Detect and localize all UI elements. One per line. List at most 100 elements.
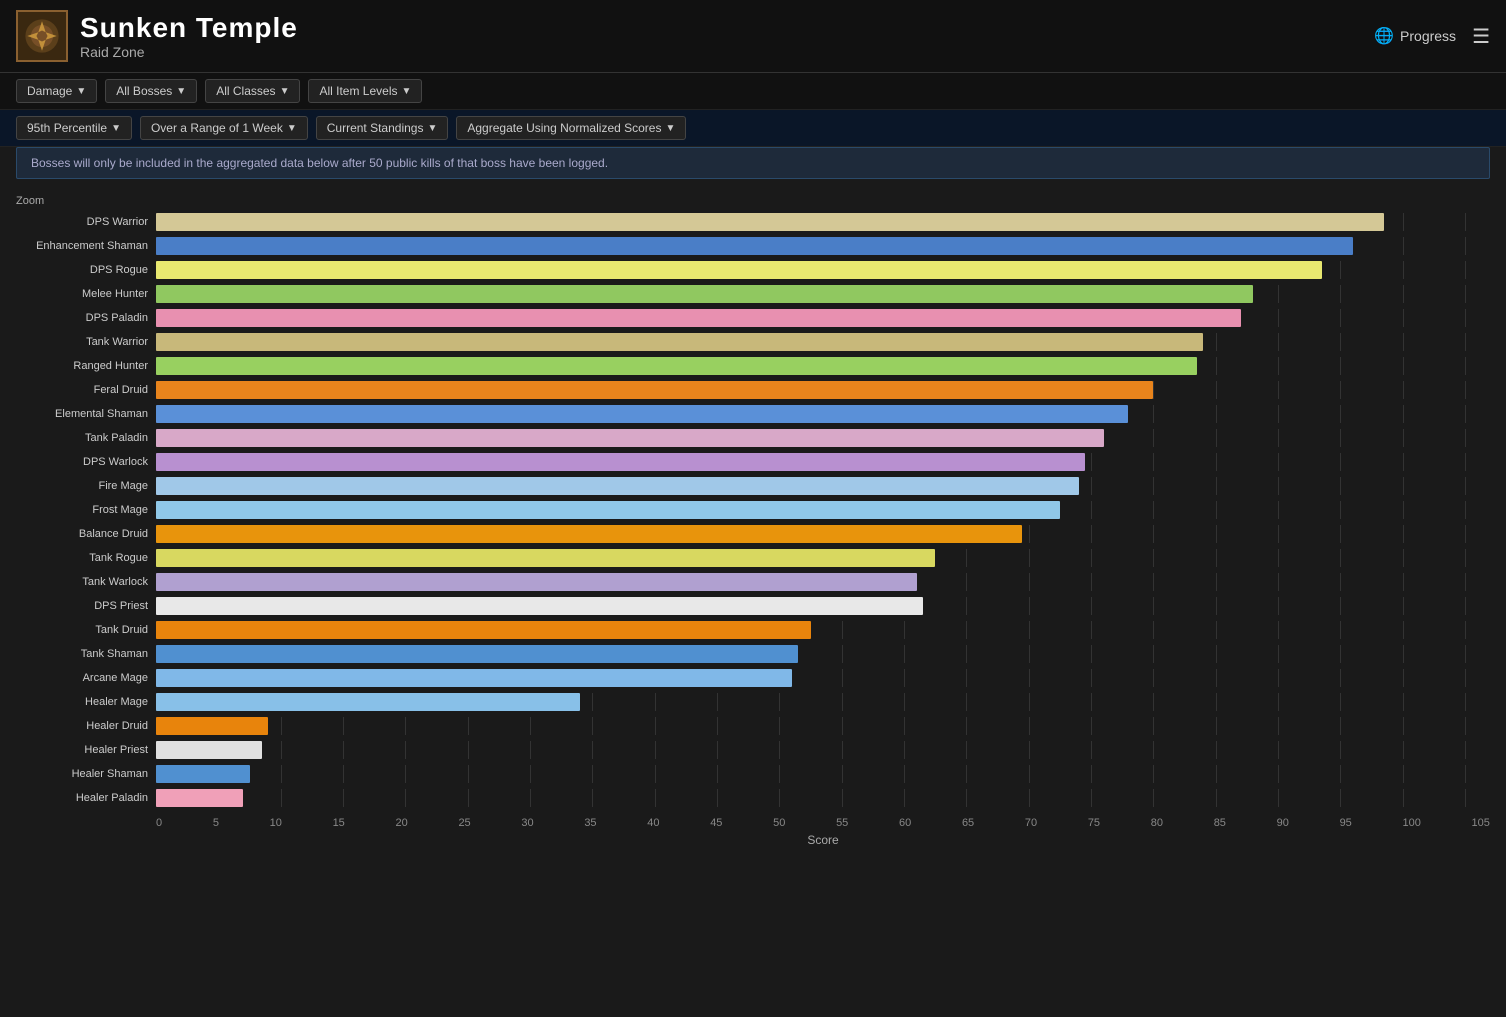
progress-link[interactable]: 🌐 Progress <box>1374 26 1456 46</box>
grid-line <box>1340 477 1341 495</box>
chevron-down-icon: ▼ <box>402 86 412 97</box>
grid-line <box>842 765 843 783</box>
grid-line <box>1340 429 1341 447</box>
grid-line <box>1216 357 1217 375</box>
menu-icon[interactable]: ☰ <box>1472 24 1490 49</box>
grid-line <box>1403 717 1404 735</box>
grid-line <box>1091 645 1092 663</box>
x-tick: 5 <box>213 817 219 829</box>
grid-line <box>904 669 905 687</box>
grid-line <box>779 741 780 759</box>
filter-classes[interactable]: All Classes ▼ <box>205 79 300 103</box>
x-tick: 80 <box>1151 817 1163 829</box>
grid-line <box>468 789 469 807</box>
bar-label: Tank Shaman <box>16 648 156 660</box>
x-tick: 90 <box>1277 817 1289 829</box>
grid-line <box>1403 381 1404 399</box>
grid-line <box>1153 549 1154 567</box>
filter-range[interactable]: Over a Range of 1 Week ▼ <box>140 116 308 140</box>
bar-label: Tank Druid <box>16 624 156 636</box>
list-item: Healer Mage <box>16 691 1490 713</box>
grid-line <box>655 717 656 735</box>
grid-line <box>1278 669 1279 687</box>
list-item: Tank Warlock <box>16 571 1490 593</box>
page-subtitle: Raid Zone <box>80 44 1374 60</box>
grid-line <box>1340 333 1341 351</box>
grid-line <box>779 765 780 783</box>
grid-line <box>1091 549 1092 567</box>
filter-standings[interactable]: Current Standings ▼ <box>316 116 449 140</box>
x-tick: 10 <box>270 817 282 829</box>
list-item: DPS Priest <box>16 595 1490 617</box>
x-tick: 105 <box>1472 817 1490 829</box>
grid-line <box>1153 789 1154 807</box>
grid-line <box>1340 669 1341 687</box>
grid-line <box>1465 261 1466 279</box>
grid-line <box>904 645 905 663</box>
filter-percentile[interactable]: 95th Percentile ▼ <box>16 116 132 140</box>
grid-line <box>717 741 718 759</box>
grid-line <box>1029 645 1030 663</box>
bar-fill <box>156 333 1203 351</box>
grid-line <box>1216 573 1217 591</box>
grid-line <box>1403 621 1404 639</box>
list-item: Healer Priest <box>16 739 1490 761</box>
bar-fill <box>156 741 262 759</box>
grid-line <box>1216 717 1217 735</box>
filter-bosses[interactable]: All Bosses ▼ <box>105 79 197 103</box>
grid-line <box>1216 333 1217 351</box>
grid-line <box>1340 381 1341 399</box>
filter-item-levels[interactable]: All Item Levels ▼ <box>308 79 422 103</box>
grid-line <box>1340 405 1341 423</box>
list-item: DPS Paladin <box>16 307 1490 329</box>
grid-line <box>1465 789 1466 807</box>
grid-line <box>966 645 967 663</box>
grid-line <box>1216 765 1217 783</box>
grid-line <box>1278 429 1279 447</box>
grid-line <box>1465 429 1466 447</box>
grid-line <box>1216 549 1217 567</box>
grid-line <box>1403 285 1404 303</box>
grid-line <box>1216 501 1217 519</box>
grid-line <box>1465 597 1466 615</box>
grid-line <box>1465 237 1466 255</box>
bar-fill <box>156 573 917 591</box>
grid-line <box>1465 549 1466 567</box>
notice-text: Bosses will only be included in the aggr… <box>16 147 1490 179</box>
grid-line <box>1216 477 1217 495</box>
x-tick: 50 <box>773 817 785 829</box>
bar-fill <box>156 309 1241 327</box>
grid-line <box>281 789 282 807</box>
grid-line <box>1278 741 1279 759</box>
grid-line <box>1403 429 1404 447</box>
grid-line <box>1403 261 1404 279</box>
grid-line <box>842 693 843 711</box>
grid-line <box>717 693 718 711</box>
grid-line <box>1278 765 1279 783</box>
grid-line <box>1153 693 1154 711</box>
filter-aggregate[interactable]: Aggregate Using Normalized Scores ▼ <box>456 116 686 140</box>
grid-line <box>1403 741 1404 759</box>
bar-label: Ranged Hunter <box>16 360 156 372</box>
grid-line <box>1278 645 1279 663</box>
grid-line <box>717 789 718 807</box>
bar-fill <box>156 453 1085 471</box>
grid-line <box>966 621 967 639</box>
filter-damage[interactable]: Damage ▼ <box>16 79 97 103</box>
grid-line <box>1340 717 1341 735</box>
grid-line <box>405 765 406 783</box>
grid-line <box>281 717 282 735</box>
grid-line <box>468 741 469 759</box>
grid-line <box>1091 453 1092 471</box>
grid-line <box>655 693 656 711</box>
grid-line <box>1091 765 1092 783</box>
list-item: Balance Druid <box>16 523 1490 545</box>
grid-line <box>1029 693 1030 711</box>
grid-line <box>1091 621 1092 639</box>
grid-line <box>530 765 531 783</box>
x-tick: 60 <box>899 817 911 829</box>
x-tick: 100 <box>1403 817 1421 829</box>
bar-label: Tank Warlock <box>16 576 156 588</box>
grid-line <box>1403 213 1404 231</box>
grid-line <box>1153 453 1154 471</box>
